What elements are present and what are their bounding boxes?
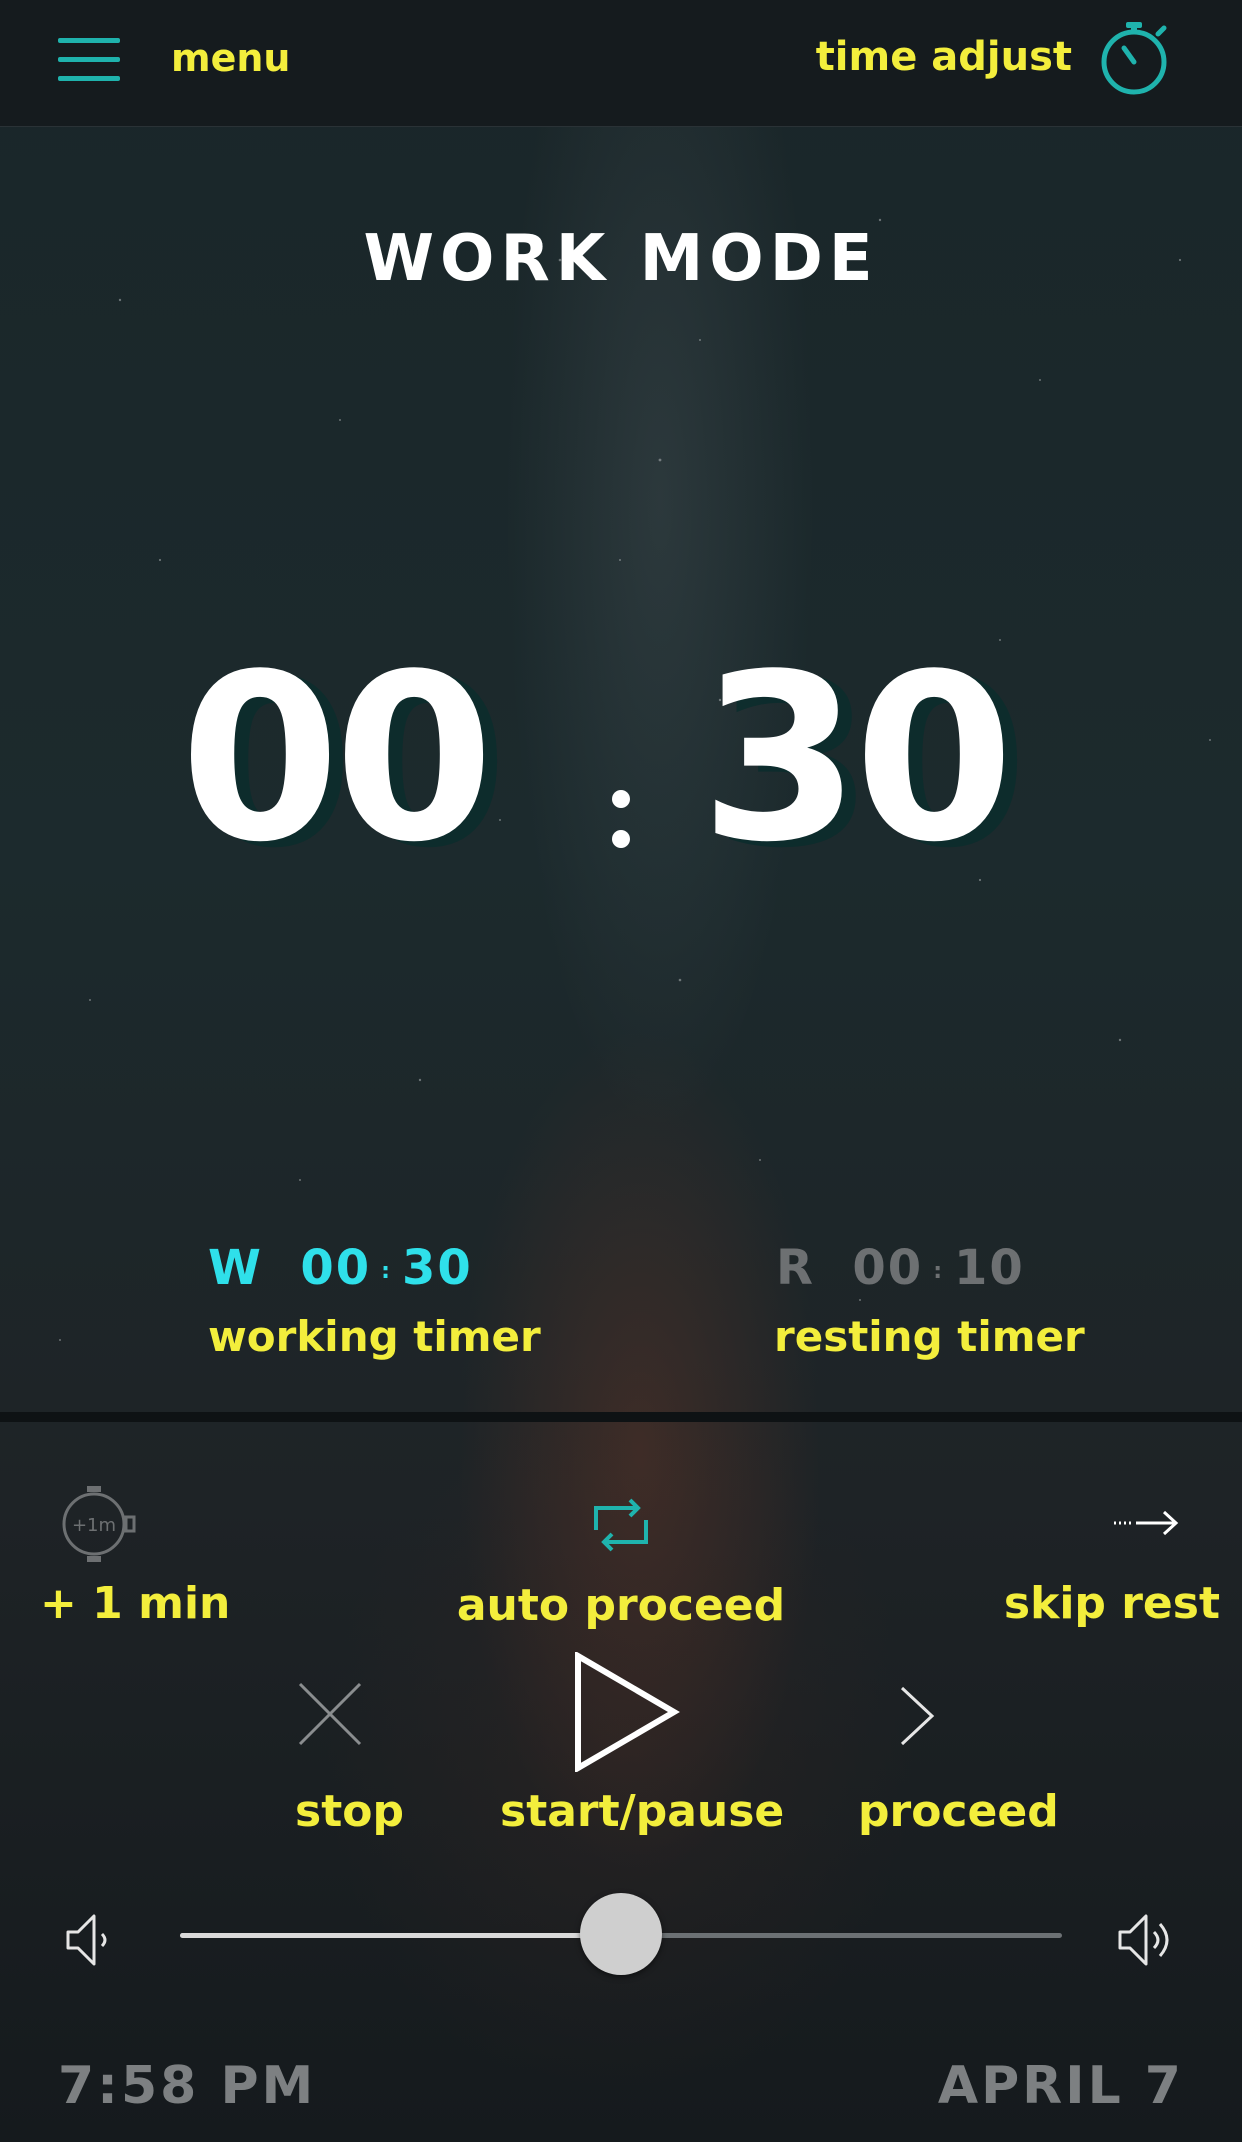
volume-slider-fill [180, 1933, 621, 1938]
skip-arrow-icon[interactable] [1114, 1508, 1180, 1538]
resting-timer-colon: : [933, 1258, 944, 1284]
proceed-label[interactable]: proceed [858, 1786, 1059, 1837]
working-timer-label: working timer [208, 1312, 541, 1361]
working-timer-value[interactable]: W 00:30 [208, 1240, 473, 1296]
chevron-right-icon[interactable] [898, 1684, 938, 1748]
plus-one-minute-icon[interactable]: +1m [56, 1484, 136, 1564]
working-timer-colon: : [381, 1258, 392, 1284]
main-timer: 00 30 [180, 640, 1060, 880]
main-timer-colon [612, 790, 642, 870]
stop-label[interactable]: stop [295, 1786, 404, 1837]
main-timer-minutes: 00 [180, 626, 494, 893]
top-bar: menu time adjust [0, 0, 1242, 127]
volume-slider-thumb[interactable] [580, 1893, 662, 1975]
stopwatch-icon[interactable] [1098, 18, 1172, 98]
time-adjust-button[interactable]: time adjust [816, 34, 1072, 80]
main-timer-seconds: 30 [700, 626, 1014, 893]
divider [0, 1412, 1242, 1422]
resting-timer-seconds: 10 [954, 1240, 1025, 1296]
working-timer-prefix: W [208, 1240, 263, 1296]
menu-button[interactable]: menu [171, 36, 290, 80]
clock-time: 7:58 PM [58, 2056, 317, 2116]
repeat-icon[interactable] [586, 1490, 656, 1560]
stop-x-icon[interactable] [296, 1680, 364, 1748]
play-icon[interactable] [574, 1652, 680, 1772]
resting-timer-value[interactable]: R 00:10 [776, 1240, 1025, 1296]
resting-timer-minutes: 00 [852, 1240, 924, 1296]
volume-low-icon[interactable] [64, 1912, 114, 1968]
hamburger-icon[interactable] [58, 38, 120, 82]
resting-timer-label: resting timer [774, 1312, 1085, 1361]
volume-high-icon[interactable] [1116, 1912, 1180, 1968]
date-display: APRIL 7 [937, 2056, 1184, 2116]
working-timer-seconds: 30 [401, 1240, 473, 1296]
plus-one-minute-icon-text: +1m [72, 1515, 116, 1536]
start-pause-label[interactable]: start/pause [500, 1786, 784, 1837]
skip-rest-label[interactable]: skip rest [1004, 1578, 1220, 1629]
working-timer-minutes: 00 [300, 1240, 372, 1296]
resting-timer-prefix: R [776, 1240, 815, 1296]
mode-title: WORK MODE [363, 222, 879, 296]
